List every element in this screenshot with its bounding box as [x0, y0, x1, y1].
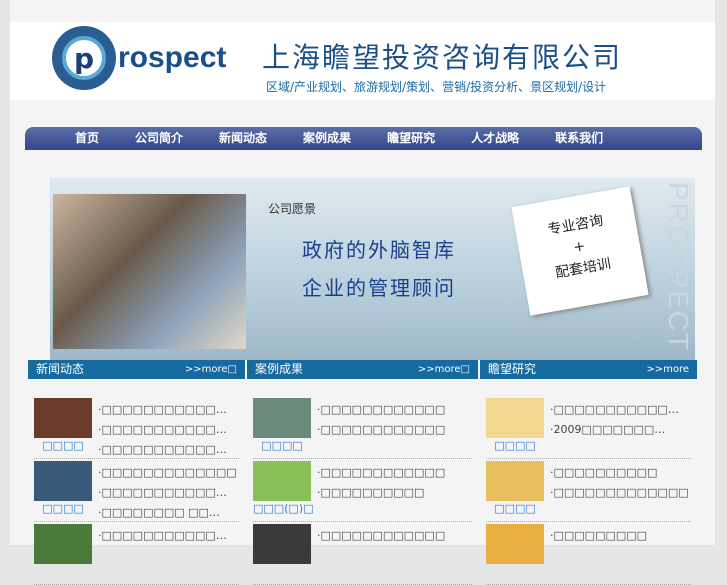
- thumbnail-image[interactable]: [486, 461, 544, 501]
- logo-letter: p: [62, 36, 106, 80]
- article-link[interactable]: ·□□□□□□□□ □□…: [98, 503, 237, 523]
- thumbnail-image[interactable]: [34, 398, 92, 438]
- nav-about[interactable]: 公司简介: [135, 127, 183, 150]
- thumbnail-image[interactable]: [253, 398, 311, 438]
- article-link[interactable]: ·□□□□□□□□□□□□□: [550, 483, 689, 503]
- article-link[interactable]: ·□□□□□□□□□□□…: [98, 400, 227, 420]
- thumbnail-image[interactable]: [253, 524, 311, 564]
- nav-home[interactable]: 首页: [75, 127, 99, 150]
- thumbnail-image[interactable]: [486, 398, 544, 438]
- list-item: ·□□□□□□□□□□□□: [253, 522, 472, 585]
- thumbnail-caption[interactable]: □□□□: [34, 439, 92, 452]
- banner: 公司愿景 政府的外脑智库 企业的管理顾问 专业咨询 + 配套培训 PROSPEC…: [50, 178, 695, 360]
- thumbnail-caption[interactable]: □□□(□)□: [253, 502, 314, 515]
- article-link[interactable]: ·□□□□□□□□□□□□: [317, 420, 445, 440]
- banner-line-1: 政府的外脑智库: [302, 238, 456, 262]
- article-link[interactable]: ·□□□□□□□□□□: [317, 483, 445, 503]
- thumbnail-caption[interactable]: □□□□: [253, 439, 311, 452]
- vision-label: 公司愿景: [268, 202, 317, 216]
- article-link[interactable]: ·□□□□□□□□□□□…: [98, 483, 237, 503]
- article-link[interactable]: ·□□□□□□□□□□□…: [98, 526, 227, 546]
- article-link[interactable]: ·□□□□□□□□□□□□: [317, 400, 445, 420]
- thumbnail-caption[interactable]: □□□□: [486, 439, 544, 452]
- thumbnail-image[interactable]: [253, 461, 311, 501]
- cases-header: 案例成果 >>more□: [247, 360, 478, 379]
- news-panel: 新闻动态 >>more□ □□□□ ·□□□□□□□□□□□… ·□□□□□□□□□□…: [28, 360, 245, 585]
- list-item: □□□□ ·□□□□□□□□□□□… ·2009□□□□□□□…: [486, 396, 691, 459]
- nav-cases[interactable]: 案例成果: [303, 127, 351, 150]
- research-panel: 瞻望研究 >>more □□□□ ·□□□□□□□□□□□… ·2009□□□□□□□…: [480, 360, 697, 585]
- research-header: 瞻望研究 >>more: [480, 360, 697, 379]
- panel-title: 案例成果: [255, 362, 304, 376]
- more-link[interactable]: >>more□: [418, 360, 470, 379]
- list-item: □□□□ ·□□□□□□□□□□□□□ ·□□□□□□□□□□□… ·□□□□□□□□…: [34, 459, 239, 522]
- thumbnail-caption[interactable]: □□□□: [34, 502, 92, 515]
- thumbnail-image[interactable]: [486, 524, 544, 564]
- more-link[interactable]: >>more□: [185, 360, 237, 379]
- slogan: 区域/产业规划、旅游规划/策划、营销/投资分析、景区规划/设计: [266, 80, 607, 94]
- article-link[interactable]: ·□□□□□□□□□□□…: [98, 440, 227, 460]
- thumbnail-image[interactable]: [34, 461, 92, 501]
- list-item: □□□(□)□ ·□□□□□□□□□□□□ ·□□□□□□□□□□: [253, 459, 472, 522]
- more-link[interactable]: >>more: [646, 360, 689, 379]
- article-link[interactable]: ·□□□□□□□□□□□□□: [98, 463, 237, 483]
- nav-contact[interactable]: 联系我们: [555, 127, 603, 150]
- article-link[interactable]: ·□□□□□□□□□□□…: [98, 420, 227, 440]
- vertical-brand-text: PROSPECT: [663, 182, 694, 353]
- nav-research[interactable]: 瞻望研究: [387, 127, 435, 150]
- article-link[interactable]: ·□□□□□□□□□□□…: [550, 400, 679, 420]
- company-name: 上海瞻望投资咨询有限公司: [262, 41, 623, 74]
- banner-line-2: 企业的管理顾问: [302, 276, 456, 300]
- meeting-photo: [53, 194, 246, 349]
- cases-panel: 案例成果 >>more□ □□□□ ·□□□□□□□□□□□□ ·□□□□□□□□□□…: [247, 360, 478, 585]
- thumbnail-image[interactable]: [34, 524, 92, 564]
- header: p rospect 上海瞻望投资咨询有限公司 区域/产业规划、旅游规划/策划、营…: [10, 22, 715, 100]
- logo-circle-icon: p: [52, 26, 116, 90]
- news-header: 新闻动态 >>more□: [28, 360, 245, 379]
- article-link[interactable]: ·□□□□□□□□□□: [550, 463, 689, 483]
- article-link[interactable]: ·□□□□□□□□□□□□: [317, 526, 445, 546]
- article-link[interactable]: ·□□□□□□□□□□□□: [317, 463, 445, 483]
- note-paper: 专业咨询 + 配套培训: [511, 186, 649, 316]
- nav-news[interactable]: 新闻动态: [219, 127, 267, 150]
- list-item: □□□□ ·□□□□□□□□□□□□ ·□□□□□□□□□□□□: [253, 396, 472, 459]
- list-item: ·□□□□□□□□□: [486, 522, 691, 585]
- nav-careers[interactable]: 人才战略: [471, 127, 519, 150]
- article-link[interactable]: ·2009□□□□□□□…: [550, 420, 679, 440]
- article-link[interactable]: ·□□□□□□□□□: [550, 526, 647, 546]
- list-item: □□□□ ·□□□□□□□□□□ ·□□□□□□□□□□□□□: [486, 459, 691, 522]
- panel-title: 新闻动态: [36, 362, 85, 376]
- logo-text: rospect: [118, 41, 227, 74]
- panel-title: 瞻望研究: [488, 362, 537, 376]
- list-item: □□□□ ·□□□□□□□□□□□… ·□□□□□□□□□□□… ·□□□□□□□□□…: [34, 396, 239, 459]
- list-item: ·□□□□□□□□□□□…: [34, 522, 239, 585]
- thumbnail-caption[interactable]: □□□□: [486, 502, 544, 515]
- logo[interactable]: p rospect: [52, 26, 226, 90]
- main-nav: 首页 公司简介 新闻动态 案例成果 瞻望研究 人才战略 联系我们: [25, 127, 702, 150]
